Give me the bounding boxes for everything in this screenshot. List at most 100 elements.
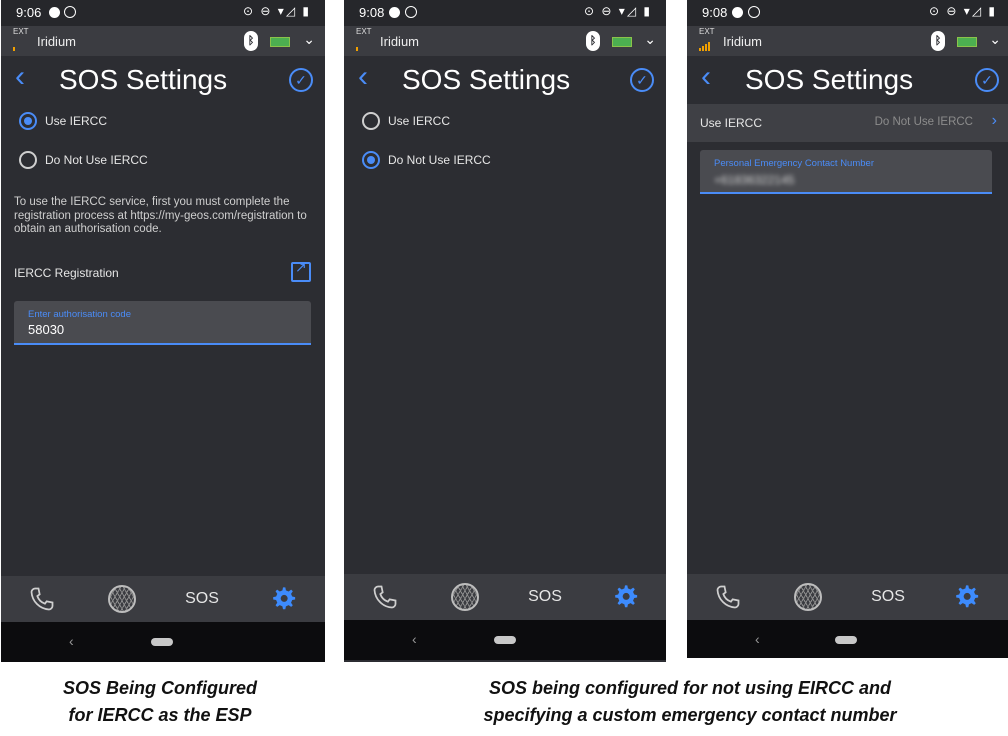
chevron-down-icon[interactable]: ⌄ [644, 31, 656, 48]
page-title: SOS Settings [745, 64, 914, 95]
whatsapp-icon [64, 6, 76, 18]
system-home-pill[interactable] [494, 636, 516, 644]
save-check-icon[interactable]: ✓ [289, 68, 313, 92]
caption-line: SOS Being Configured [62, 678, 257, 698]
bottom-nav: SOS [1, 576, 325, 622]
external-link-icon[interactable] [291, 259, 311, 282]
phone-icon [30, 587, 54, 611]
radio-label: Do Not Use IERCC [45, 153, 148, 167]
back-arrow-icon[interactable]: ‹ [358, 60, 368, 94]
device-bar[interactable]: EXT Iridium ᛒ ⌄ [1, 26, 325, 56]
nav-sos[interactable]: SOS [867, 574, 909, 620]
system-back-icon[interactable]: ‹ [69, 633, 74, 649]
setting-label: Use IERCC [700, 116, 763, 130]
page-title: SOS Settings [402, 64, 571, 95]
save-check-icon[interactable]: ✓ [975, 68, 999, 92]
chevron-down-icon[interactable]: ⌄ [989, 31, 1001, 48]
right-caption: SOS being configured for not using EIRCC… [440, 675, 940, 729]
ext-label: EXT [13, 27, 29, 36]
globe-icon [451, 583, 479, 611]
radio-selected-icon[interactable] [362, 151, 380, 169]
status-bar: 9:06 ⊙ ⊖ ▾◿ ▮ [1, 0, 325, 26]
whatsapp-icon [748, 6, 760, 18]
system-nav-bar: ‹ [687, 620, 1008, 658]
device-bar[interactable]: EXT Iridium ᛒ ⌄ [687, 26, 1008, 56]
system-status-icons: ⊙ ⊖ ▾◿ ▮ [584, 4, 652, 18]
carrier-name: Iridium [380, 34, 420, 49]
nav-settings[interactable] [950, 574, 982, 620]
signal-icon [13, 41, 27, 51]
notification-dot-icon [49, 7, 60, 18]
auth-code-label: Enter authorisation code [28, 309, 131, 320]
system-nav-bar: ‹ [344, 620, 666, 660]
radio-label: Do Not Use IERCC [388, 153, 491, 167]
back-arrow-icon[interactable]: ‹ [15, 60, 25, 94]
caption-line: specifying a custom emergency contact nu… [483, 705, 897, 725]
system-home-pill[interactable] [151, 638, 173, 646]
battery-icon [612, 37, 632, 47]
radio-unselected-icon[interactable] [19, 151, 37, 169]
emergency-contact-field[interactable]: Personal Emergency Contact Number +61836… [700, 150, 992, 194]
registration-info-text: To use the IERCC service, first you must… [14, 196, 307, 235]
save-check-icon[interactable]: ✓ [630, 68, 654, 92]
setting-value: Do Not Use IERCC [874, 116, 973, 128]
phone-icon [716, 585, 740, 609]
globe-icon [794, 583, 822, 611]
auth-code-field[interactable]: Enter authorisation code 58030 [14, 301, 311, 345]
nav-phone[interactable] [26, 576, 58, 622]
radio-do-not-use-iercc[interactable]: Do Not Use IERCC [19, 149, 148, 171]
chevron-down-icon[interactable]: ⌄ [303, 31, 315, 48]
nav-phone[interactable] [369, 574, 401, 620]
ext-label: EXT [699, 27, 715, 36]
page-title: SOS Settings [59, 64, 228, 95]
system-back-icon[interactable]: ‹ [412, 631, 417, 647]
gear-icon [615, 585, 638, 608]
nav-settings[interactable] [609, 574, 641, 620]
ext-label: EXT [356, 27, 372, 36]
carrier-name: Iridium [723, 34, 763, 49]
status-bar: 9:08 ⊙ ⊖ ▾◿ ▮ [344, 0, 666, 26]
signal-icon [356, 41, 370, 51]
system-status-icons: ⊙ ⊖ ▾◿ ▮ [929, 4, 997, 18]
bottom-nav: SOS [687, 574, 1008, 620]
sos-label: SOS [871, 588, 905, 605]
system-nav-bar: ‹ [1, 622, 325, 662]
radio-label: Use IERCC [45, 114, 108, 128]
nav-globe[interactable] [106, 576, 138, 622]
signal-icon [699, 41, 713, 51]
bluetooth-icon: ᛒ [244, 31, 258, 51]
bluetooth-icon: ᛒ [931, 31, 945, 51]
nav-sos[interactable]: SOS [524, 574, 566, 620]
nav-globe[interactable] [449, 574, 481, 620]
radio-do-not-use-iercc[interactable]: Do Not Use IERCC [362, 149, 491, 171]
battery-icon [957, 37, 977, 47]
phone-screen-1: 9:06 ⊙ ⊖ ▾◿ ▮ EXT Iridium ᛒ ⌄ ‹ SOS Sett… [1, 0, 325, 662]
bluetooth-icon: ᛒ [586, 31, 600, 51]
iercc-registration-label: IERCC Registration [14, 266, 119, 280]
gear-icon [273, 587, 296, 610]
system-home-pill[interactable] [835, 636, 857, 644]
system-back-icon[interactable]: ‹ [755, 631, 760, 647]
emergency-contact-value[interactable]: +61836322145 [714, 173, 794, 187]
use-iercc-setting-row[interactable]: Use IERCC Do Not Use IERCC › [687, 104, 1008, 142]
radio-selected-icon[interactable] [19, 112, 37, 130]
back-arrow-icon[interactable]: ‹ [701, 60, 711, 94]
left-caption: SOS Being Configured for IERCC as the ES… [20, 675, 300, 729]
radio-label: Use IERCC [388, 114, 451, 128]
nav-phone[interactable] [712, 574, 744, 620]
radio-use-iercc[interactable]: Use IERCC [362, 110, 450, 132]
caption-line: for IERCC as the ESP [68, 705, 252, 725]
phone-screen-2: 9:08 ⊙ ⊖ ▾◿ ▮ EXT Iridium ᛒ ⌄ ‹ SOS Sett… [344, 0, 666, 662]
nav-sos[interactable]: SOS [181, 576, 223, 622]
whatsapp-icon [405, 6, 417, 18]
nav-settings[interactable] [267, 576, 299, 622]
nav-globe[interactable] [792, 574, 824, 620]
title-bar: ‹ SOS Settings ✓ [687, 56, 1008, 104]
auth-code-value[interactable]: 58030 [28, 322, 64, 337]
device-bar[interactable]: EXT Iridium ᛒ ⌄ [344, 26, 666, 56]
globe-icon [108, 585, 136, 613]
sos-label: SOS [528, 588, 562, 605]
radio-use-iercc[interactable]: Use IERCC [19, 110, 107, 132]
radio-unselected-icon[interactable] [362, 112, 380, 130]
chevron-right-icon: › [991, 112, 997, 129]
